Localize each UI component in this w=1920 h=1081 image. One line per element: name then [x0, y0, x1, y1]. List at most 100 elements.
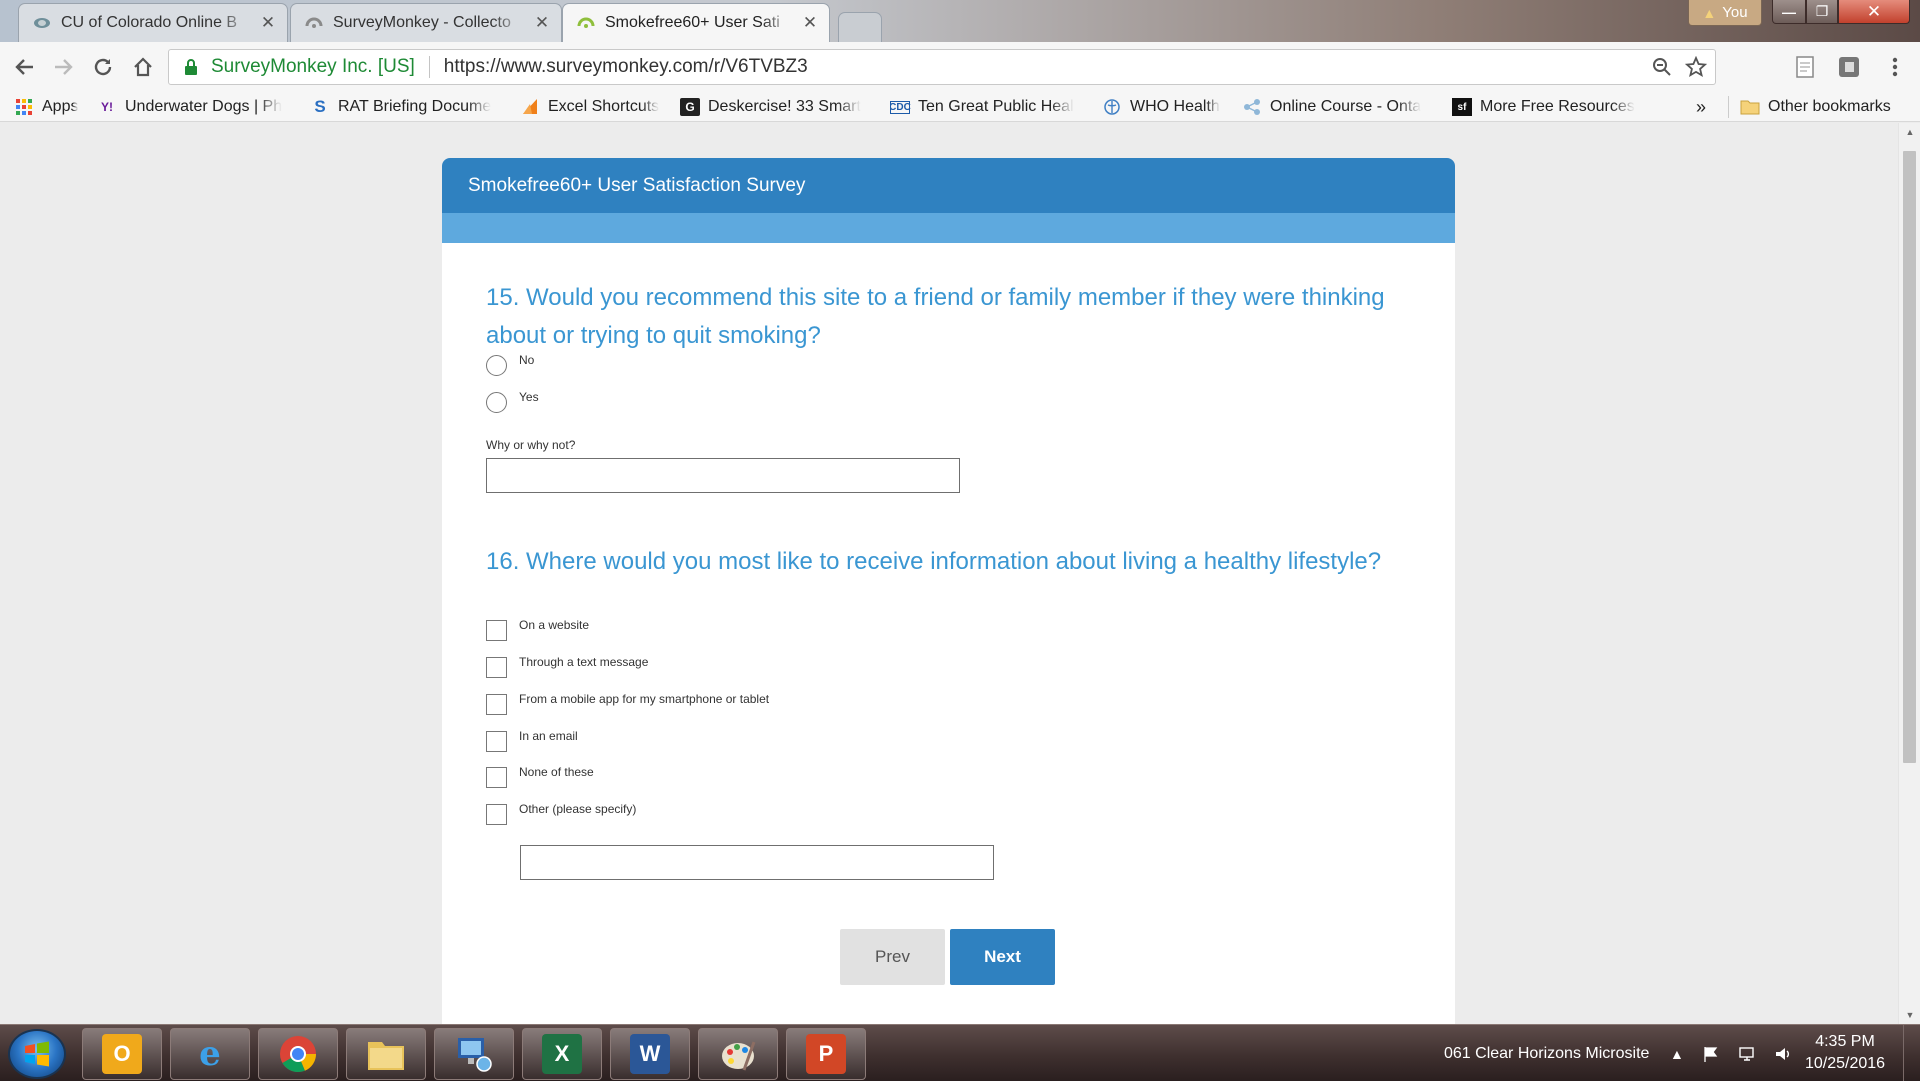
chevron-up-icon[interactable]: ▲ [1670, 1046, 1684, 1062]
checkbox[interactable] [486, 804, 507, 825]
new-tab-button[interactable] [838, 12, 882, 42]
show-desktop-button[interactable] [1903, 1025, 1920, 1081]
volume-icon[interactable] [1774, 1045, 1792, 1063]
taskbar-outlook[interactable]: O [82, 1028, 162, 1080]
taskbar-internet-explorer[interactable]: e [170, 1028, 250, 1080]
bookmarks-divider [1728, 96, 1729, 118]
scroll-up-arrow-icon[interactable]: ▲ [1899, 123, 1920, 141]
omnibox-actions [1651, 56, 1707, 78]
scrollbar-thumb[interactable] [1903, 151, 1916, 763]
bookmark-apps[interactable]: Apps [14, 96, 84, 118]
q16-option-text-message[interactable]: Through a text message [486, 654, 649, 678]
lock-icon [185, 59, 197, 75]
kebab-menu-icon[interactable] [1882, 54, 1908, 80]
bookmarks-overflow-button[interactable]: » [1696, 96, 1716, 118]
yahoo-icon: Y! [101, 100, 113, 114]
checkbox[interactable] [486, 731, 507, 752]
next-button[interactable]: Next [950, 929, 1055, 985]
q16-option-email[interactable]: In an email [486, 728, 578, 752]
bookmark-label: More Free Resources [1480, 98, 1635, 115]
radio-button[interactable] [486, 355, 507, 376]
address-separator [428, 56, 430, 78]
close-icon: ✕ [1866, 1, 1882, 21]
bookmark-rat-briefing[interactable]: S RAT Briefing Docume [310, 96, 505, 118]
option-label: On a website [519, 617, 590, 632]
prev-button[interactable]: Prev [840, 929, 945, 985]
tray-window-label[interactable]: 061 Clear Horizons Microsite [1444, 1025, 1649, 1081]
star-icon[interactable] [1685, 56, 1707, 78]
q16-option-other[interactable]: Other (please specify) [486, 802, 636, 825]
orange-flag-icon [523, 99, 537, 114]
home-icon [134, 57, 152, 77]
profile-label: You [1722, 4, 1748, 21]
document-icon[interactable] [1792, 54, 1818, 80]
window-close-button[interactable]: ✕ [1838, 0, 1910, 24]
close-icon[interactable]: ✕ [801, 13, 819, 33]
clock[interactable]: 4:35 PM 10/25/2016 [1800, 1031, 1890, 1075]
checkbox[interactable] [486, 620, 507, 641]
checkbox[interactable] [486, 694, 507, 715]
flag-icon[interactable] [1702, 1045, 1720, 1063]
cdc-icon: CDC [890, 100, 911, 114]
tray-label: 061 Clear Horizons Microsite [1444, 1044, 1650, 1062]
q15-comment-input[interactable] [486, 458, 960, 493]
windows-logo-icon [25, 1041, 49, 1067]
option-label: In an email [519, 728, 578, 743]
bookmark-online-course[interactable]: Online Course - Onta [1242, 96, 1437, 118]
checkbox[interactable] [486, 657, 507, 678]
taskbar-paint[interactable] [698, 1028, 778, 1080]
zoom-icon[interactable] [1651, 56, 1673, 78]
other-bookmarks-folder[interactable]: Other bookmarks [1740, 96, 1915, 118]
surveymonkey-icon [577, 17, 595, 28]
tab-cu-colorado[interactable]: CU of Colorado Online B ✕ [18, 3, 288, 42]
q16-other-input[interactable] [520, 845, 994, 880]
option-label: Through a text message [519, 654, 649, 669]
taskbar-chrome[interactable] [258, 1028, 338, 1080]
scroll-down-arrow-icon[interactable]: ▼ [1899, 1006, 1920, 1024]
taskbar-excel[interactable]: X [522, 1028, 602, 1080]
tab-surveymonkey-collect[interactable]: SurveyMonkey - Collecto ✕ [290, 3, 562, 42]
bookmark-public-health[interactable]: CDC Ten Great Public Heal [890, 96, 1085, 118]
close-icon[interactable]: ✕ [533, 13, 551, 33]
tab-title: CU of Colorado Online B [61, 14, 238, 31]
network-icon[interactable] [1738, 1045, 1756, 1063]
arrow-right-icon [55, 59, 73, 75]
forward-button[interactable] [46, 50, 80, 84]
url-text[interactable]: https://www.surveymonkey.com/r/V6TVBZ3 [444, 56, 808, 78]
start-button[interactable] [8, 1029, 66, 1079]
reload-icon [94, 58, 112, 76]
page-scrollbar[interactable]: ▲ ▼ [1898, 123, 1920, 1024]
clock-time: 4:35 PM [1815, 1033, 1875, 1050]
bookmark-excel-shortcuts[interactable]: Excel Shortcuts [520, 96, 670, 118]
double-chevron-right-icon: » [1696, 96, 1707, 117]
q16-option-none[interactable]: None of these [486, 765, 594, 788]
close-icon[interactable]: ✕ [259, 13, 277, 33]
q15-option-yes[interactable]: Yes [486, 390, 539, 413]
bookmark-label: Other bookmarks [1768, 98, 1891, 115]
back-button[interactable] [8, 50, 42, 84]
taskbar-file-explorer[interactable] [346, 1028, 426, 1080]
taskbar-powerpoint[interactable]: P [786, 1028, 866, 1080]
checkbox[interactable] [486, 767, 507, 788]
bookmark-more-free-resources[interactable]: sf More Free Resources [1452, 96, 1642, 118]
tab-smokefree-survey[interactable]: Smokefree60+ User Sati ✕ [562, 3, 830, 42]
q15-option-no[interactable]: No [486, 353, 534, 376]
profile-button[interactable]: ▲ You [1688, 0, 1762, 26]
maximize-button[interactable]: ❐ [1806, 0, 1838, 24]
home-button[interactable] [126, 50, 160, 84]
minimize-button[interactable]: — [1772, 0, 1806, 24]
tab-title: SurveyMonkey - Collecto [333, 14, 511, 31]
bookmark-who-health[interactable]: WHO Health [1102, 96, 1227, 118]
radio-button[interactable] [486, 392, 507, 413]
taskbar-remote-desktop[interactable] [434, 1028, 514, 1080]
word-icon: W [630, 1034, 670, 1074]
taskbar-word[interactable]: W [610, 1028, 690, 1080]
address-bar[interactable]: SurveyMonkey Inc. [US] https://www.surve… [168, 49, 1716, 85]
bookmark-deskercise[interactable]: G Deskercise! 33 Smart [680, 96, 870, 118]
extension-icon[interactable] [1836, 54, 1862, 80]
bookmark-underwater-dogs[interactable]: Y! Underwater Dogs | Ph [97, 96, 292, 118]
q16-option-mobile-app[interactable]: From a mobile app for my smartphone or t… [486, 692, 769, 715]
cu-logo-icon [34, 18, 50, 28]
q16-option-website[interactable]: On a website [486, 617, 590, 641]
reload-button[interactable] [86, 50, 120, 84]
